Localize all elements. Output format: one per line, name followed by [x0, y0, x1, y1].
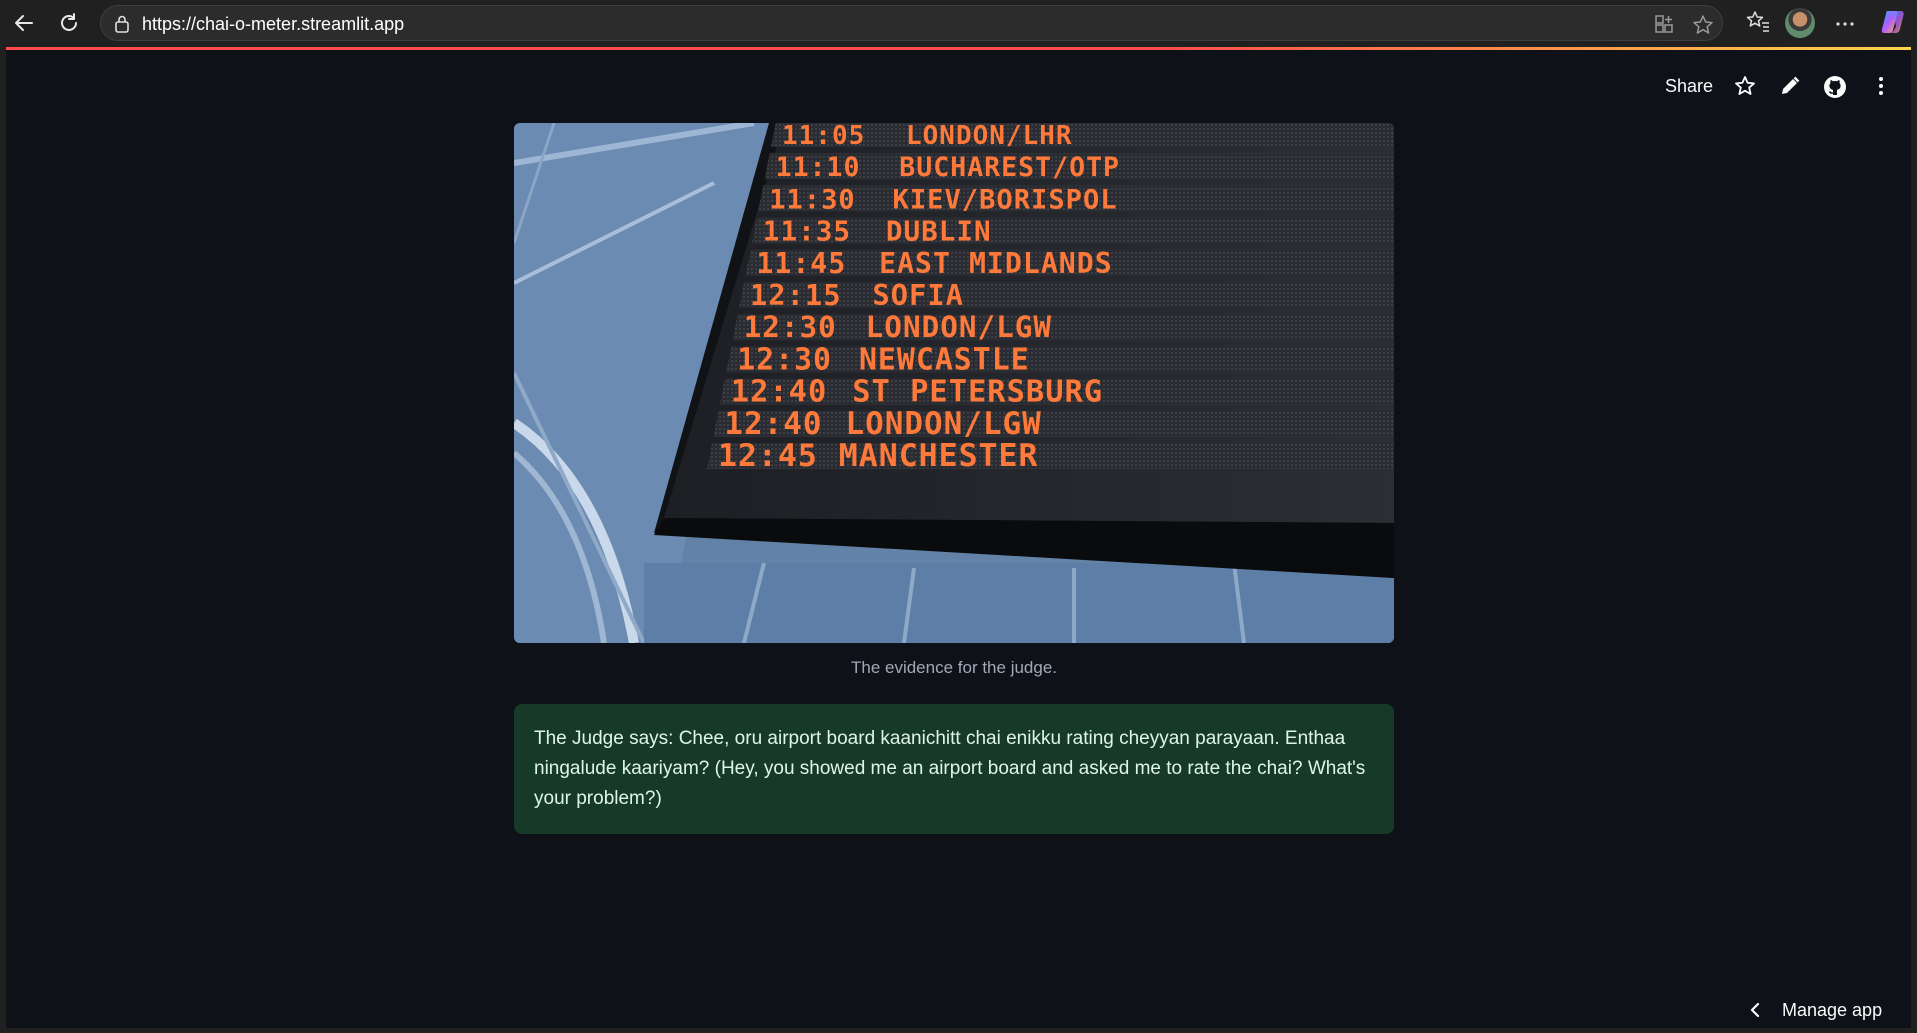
- reload-button[interactable]: [53, 7, 85, 39]
- judge-verdict-alert: The Judge says: Chee, oru airport board …: [514, 704, 1394, 834]
- kebab-menu-icon[interactable]: [1869, 74, 1893, 98]
- lock-icon[interactable]: [113, 14, 131, 34]
- board-row-destination: LONDON/LGW: [866, 310, 1052, 344]
- app-available-icon[interactable]: [1654, 14, 1674, 34]
- board-row-destination: KIEV/BORISPOL: [893, 184, 1118, 215]
- board-rows: 11:05 LONDON/LHR 11:10 BUCHAREST/OTP 11:30 KI…: [707, 123, 1394, 474]
- favorite-star-icon[interactable]: [1692, 14, 1714, 36]
- url-text[interactable]: https://chai-o-meter.streamlit.app: [142, 15, 404, 33]
- board-row-time: 12:30: [737, 342, 832, 377]
- judge-verdict-text: The Judge says: Chee, oru airport board …: [534, 728, 1366, 809]
- image-caption: The evidence for the judge.: [850, 658, 1058, 677]
- departures-board-photo: 11:05 LONDON/LHR 11:10 BUCHAREST/OTP 11:30 KI…: [514, 123, 1394, 643]
- manage-app-label[interactable]: Manage app: [1782, 1000, 1882, 1021]
- board-row-destination: ST PETERSBURG: [852, 375, 1103, 410]
- back-button[interactable]: [8, 7, 40, 39]
- copilot-icon[interactable]: [1879, 8, 1907, 36]
- board-row-time: 12:30: [744, 310, 837, 344]
- board-row-destination: NEWCASTLE: [859, 342, 1030, 377]
- streamlit-app: Share 11:05 LONDON/LHR 11:10 BUCHAREST/O…: [6, 50, 1911, 1028]
- board-row-time: 12:15: [750, 278, 842, 312]
- profile-avatar[interactable]: [1785, 8, 1815, 38]
- back-icon: [15, 15, 33, 31]
- address-bar[interactable]: https://chai-o-meter.streamlit.app: [100, 5, 1723, 41]
- favorites-list-icon[interactable]: [1745, 8, 1771, 34]
- board-row-destination: LONDON/LGW: [846, 406, 1042, 442]
- board-row-time: 11:45: [756, 247, 846, 280]
- board-row-destination: EAST MIDLANDS: [879, 247, 1113, 280]
- github-icon[interactable]: [1822, 74, 1848, 100]
- board-row-time: 11:10: [776, 152, 861, 183]
- manage-app-button[interactable]: Manage app: [1748, 994, 1882, 1026]
- board-row-destination: DUBLIN: [886, 215, 992, 248]
- star-icon[interactable]: [1733, 74, 1757, 98]
- board-row-time: 12:40: [731, 375, 827, 410]
- board-row-time: 11:05: [782, 123, 865, 151]
- board-row-destination: BUCHAREST/OTP: [899, 152, 1120, 183]
- board-row-destination: MANCHESTER: [839, 438, 1039, 474]
- board-row-time: 11:30: [769, 184, 856, 215]
- more-icon[interactable]: [1833, 12, 1857, 36]
- share-button[interactable]: Share: [1665, 77, 1713, 95]
- browser-toolbar: https://chai-o-meter.streamlit.app: [0, 0, 1917, 46]
- board-row-time: 12:45: [718, 438, 818, 474]
- board-row-destination: SOFIA: [872, 278, 964, 312]
- edit-pencil-icon[interactable]: [1778, 74, 1802, 98]
- reload-icon: [61, 13, 77, 31]
- evidence-image: 11:05 LONDON/LHR 11:10 BUCHAREST/OTP 11:30 KI…: [514, 123, 1394, 643]
- chevron-left-icon: [1750, 1002, 1760, 1018]
- board-row-time: 12:40: [724, 406, 822, 442]
- board-row-time: 11:35: [763, 215, 851, 248]
- board-row-destination: LONDON/LHR: [906, 123, 1073, 151]
